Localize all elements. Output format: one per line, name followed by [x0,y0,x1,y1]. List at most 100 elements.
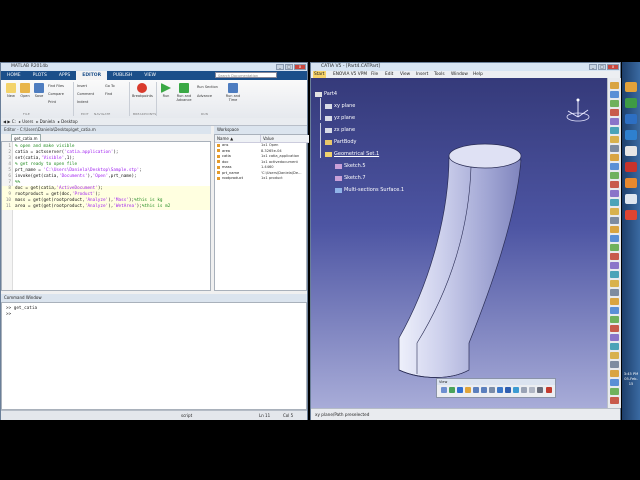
path-crumb[interactable]: Daniela [40,119,55,124]
tool-icon[interactable] [610,343,619,350]
menu-edit[interactable]: Edit [385,71,393,78]
tool-icon[interactable] [610,262,619,269]
breakpoints-button[interactable]: Breakpoints [132,83,153,98]
tool-icon[interactable] [610,91,619,98]
shading-icon[interactable] [513,387,519,393]
taskbar-clock[interactable]: 3:45 PM 05-Feb-15 [622,372,640,387]
tab-publish[interactable]: PUBLISH [107,71,138,80]
tree-item-sketch-5[interactable]: Sketch.5 [344,163,366,169]
swap-space-icon[interactable] [529,387,535,393]
open-button[interactable]: Open [18,83,32,98]
print-button[interactable]: Print [48,100,56,104]
tool-icon[interactable] [610,298,619,305]
menu-tools[interactable]: Tools [434,71,445,78]
menu-window[interactable]: Window [451,71,468,78]
indent-button[interactable]: Indent [77,100,88,104]
insert-button[interactable]: Insert [77,84,87,88]
pan-icon[interactable] [457,387,463,393]
minimize-button[interactable]: _ [589,64,597,70]
tool-icon[interactable] [610,217,619,224]
tool-icon[interactable] [610,253,619,260]
tool-icon[interactable] [610,397,619,404]
back-arrow-icon[interactable]: ◀ ▶ [3,119,10,124]
render-style-icon[interactable] [537,387,543,393]
maximize-button[interactable]: □ [285,64,293,70]
app-icon[interactable] [625,162,637,172]
tool-icon[interactable] [610,361,619,368]
catia-taskbar-icon[interactable] [625,194,637,204]
tab-home[interactable]: HOME [1,71,27,80]
tool-icon[interactable] [610,82,619,89]
tool-icon[interactable] [610,172,619,179]
maximize-button[interactable]: □ [598,64,606,70]
find-button[interactable]: Find [105,92,112,96]
tool-icon[interactable] [610,379,619,386]
find-files-button[interactable]: Find Files [48,84,64,88]
app-icon[interactable] [625,130,637,140]
multi-sections-surface-model[interactable] [381,138,531,383]
tab-editor[interactable]: EDITOR [76,71,108,80]
app-icon[interactable] [625,210,637,220]
tool-icon[interactable] [610,388,619,395]
matlab-taskbar-icon[interactable] [625,178,637,188]
tool-icon[interactable] [610,226,619,233]
run-section-button[interactable]: Run Section [197,85,218,89]
tool-icon[interactable] [610,190,619,197]
tree-item-partbody[interactable]: PartBody [334,139,357,145]
current-folder-path[interactable]: ◀ ▶ C: ▸ Users ▸ Daniela ▸ Desktop [1,118,307,126]
close-button[interactable]: x [294,64,306,70]
code-editor[interactable]: 1% open and make visible 2 catia = actxser… [1,141,211,291]
app-icon[interactable] [625,98,637,108]
tool-icon[interactable] [610,199,619,206]
tab-plots[interactable]: PLOTS [27,71,53,80]
tree-item-geometrical-set[interactable]: Geometrical Set.1 [334,151,379,157]
menu-file[interactable]: File [371,71,378,78]
tool-icon[interactable] [610,181,619,188]
hide-show-icon[interactable] [521,387,527,393]
normal-view-icon[interactable] [489,387,495,393]
tool-icon[interactable] [610,163,619,170]
tool-icon[interactable] [610,235,619,242]
view-toolbar[interactable]: View [436,378,556,398]
go-to-button[interactable]: Go To [105,84,115,88]
tool-icon[interactable] [610,145,619,152]
isometric-view-icon[interactable] [505,387,511,393]
tree-item-zx-plane[interactable]: zx plane [334,127,355,133]
app-icon[interactable] [625,114,637,124]
command-prompt[interactable]: >> [6,312,214,318]
tab-view[interactable]: VIEW [138,71,162,80]
close-toolbar-icon[interactable] [546,387,552,393]
menu-insert[interactable]: Insert [416,71,428,78]
tool-icon[interactable] [610,109,619,116]
multi-view-icon[interactable] [497,387,503,393]
tree-root-part4[interactable]: Part4 [324,91,337,97]
fit-all-icon[interactable] [449,387,455,393]
tool-icon[interactable] [610,127,619,134]
menu-view[interactable]: View [400,71,410,78]
search-documentation-input[interactable]: Search Documentation [215,72,277,78]
comment-button[interactable]: Comment [77,92,94,96]
tool-icon[interactable] [610,118,619,125]
minimize-button[interactable]: _ [276,64,284,70]
tool-icon[interactable] [610,307,619,314]
run-button[interactable]: Run [159,83,173,98]
tool-icon[interactable] [610,244,619,251]
save-button[interactable]: Save [32,83,46,98]
catia-3d-viewport[interactable]: Part4 xy plane yz plane zx plane PartBod… [311,78,607,408]
tree-item-sketch-7[interactable]: Sketch.7 [344,175,366,181]
zoom-in-icon[interactable] [473,387,479,393]
tab-apps[interactable]: APPS [53,71,76,80]
tree-item-yz-plane[interactable]: yz plane [334,115,355,121]
tool-icon[interactable] [610,370,619,377]
new-button[interactable]: New [4,83,18,98]
compare-button[interactable]: Compare [48,92,64,96]
tool-icon[interactable] [610,334,619,341]
advance-button[interactable]: Advance [197,94,212,98]
tool-icon[interactable] [610,280,619,287]
tool-icon[interactable] [610,352,619,359]
zoom-out-icon[interactable] [481,387,487,393]
menu-enovia[interactable]: ENOVIA V5 VPM [333,71,367,78]
app-icon[interactable] [625,146,637,156]
run-and-advance-button[interactable]: Run and Advance [174,83,194,102]
code-line[interactable]: 11 area = get(get(rootproduct,'Analyze'),… [2,204,210,210]
